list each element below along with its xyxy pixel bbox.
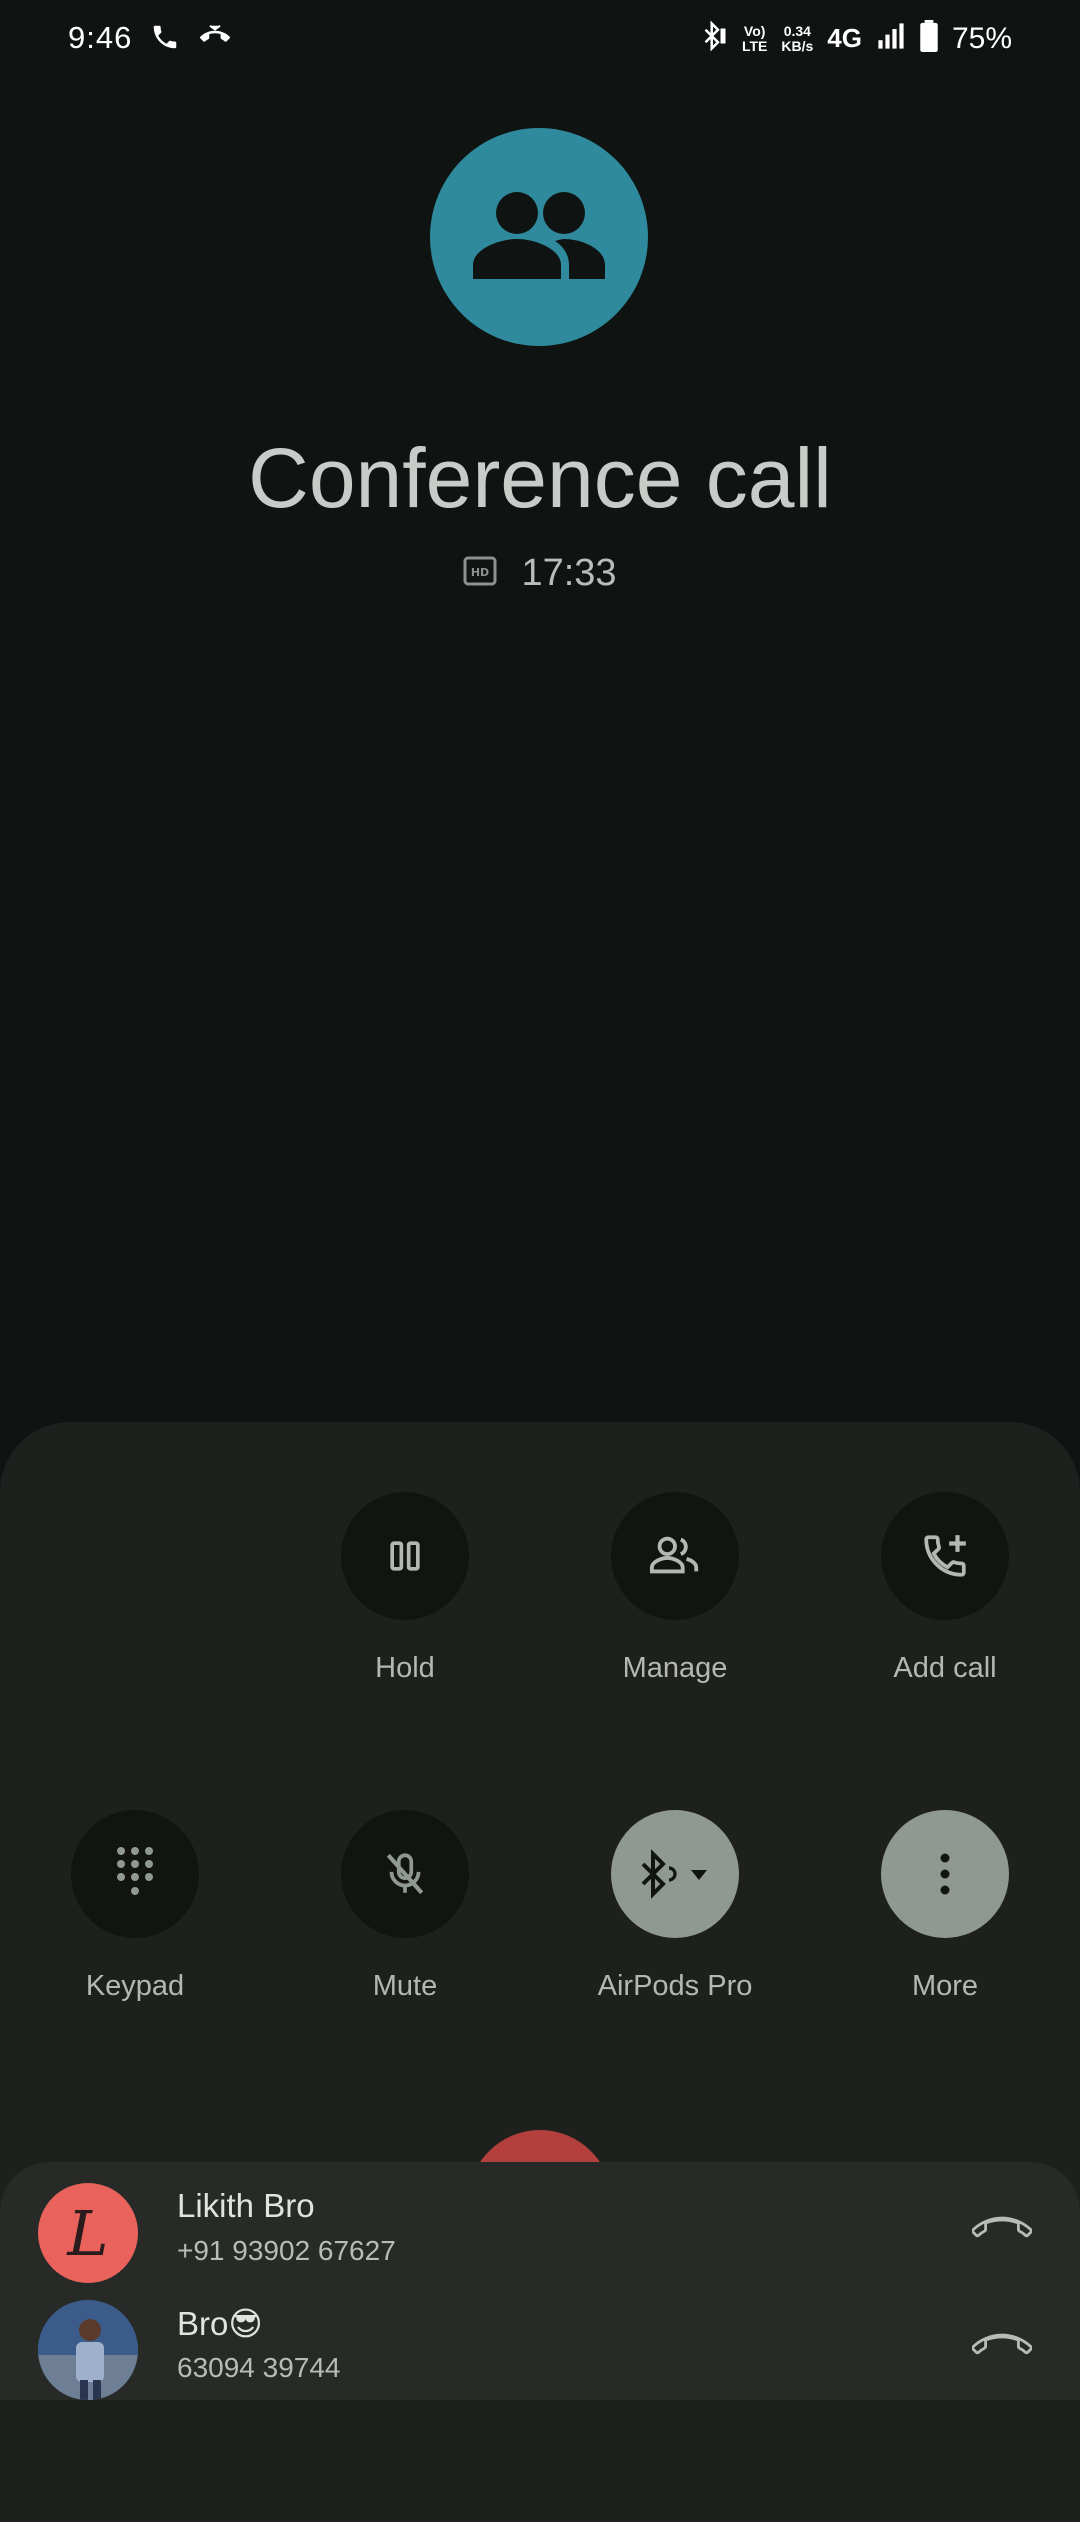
battery-percent: 75%: [951, 21, 1012, 55]
keypad-button[interactable]: Keypad: [35, 1810, 235, 2003]
call-timer: 17:33: [521, 552, 617, 594]
participant-name: Bro😎: [177, 2305, 263, 2342]
svg-text:HD: HD: [471, 566, 489, 579]
more-circle[interactable]: [881, 1810, 1009, 1938]
audio-route-label: AirPods Pro: [597, 1970, 753, 2002]
signal-icon: [876, 22, 906, 55]
mute-circle[interactable]: [341, 1810, 469, 1938]
status-time: 9:46: [68, 20, 133, 55]
more-button[interactable]: More: [845, 1810, 1045, 2003]
keypad-label: Keypad: [85, 1970, 185, 2002]
status-left-icons: [150, 22, 232, 57]
add-call-button[interactable]: Add call: [845, 1492, 1045, 1685]
keypad-circle[interactable]: [71, 1810, 199, 1938]
hang-up-icon: [971, 2216, 1033, 2238]
status-bar: 9:46 Vo) LTE 0.34 KB/s 4G 75%: [0, 0, 1080, 80]
audio-route-circle[interactable]: [611, 1810, 739, 1938]
participant-name: Likith Bro: [177, 2187, 315, 2224]
call-timer-row: HD 17:33: [0, 552, 1080, 595]
hang-up-icon: [971, 2333, 1033, 2355]
participant-number: +91 93902 67627: [177, 2235, 396, 2266]
mute-button[interactable]: Mute: [305, 1810, 505, 2003]
participant-row: L Likith Bro +91 93902 67627: [0, 2173, 1080, 2283]
participant-avatar: L: [38, 2183, 138, 2283]
hold-button[interactable]: Hold: [305, 1492, 505, 1685]
hd-icon: HD: [463, 555, 497, 592]
volte-indicator: Vo) LTE: [741, 22, 768, 54]
call-title: Conference call: [248, 431, 832, 525]
participants-sheet: L Likith Bro +91 93902 67627 Bro😎 63094 …: [0, 2162, 1080, 2400]
dialpad-icon: [117, 1847, 153, 1895]
participant-row: Bro😎 63094 39744: [0, 2290, 1080, 2400]
participant-number: 63094 39744: [177, 2352, 341, 2383]
more-vert-icon: [940, 1853, 950, 1895]
network-speed: 0.34 KB/s: [781, 22, 814, 54]
status-right-icons: Vo) LTE 0.34 KB/s 4G 75%: [698, 20, 1012, 57]
manage-label: Manage: [622, 1652, 728, 1684]
manage-button[interactable]: Manage: [575, 1492, 775, 1685]
audio-route-button[interactable]: AirPods Pro: [575, 1810, 775, 2003]
conference-avatar: [430, 128, 648, 346]
bluetooth-audio-icon: [641, 1849, 707, 1899]
pause-icon: [390, 1541, 420, 1571]
people-icon: [649, 1536, 699, 1574]
participant-initial: L: [67, 2196, 109, 2270]
more-label: More: [911, 1970, 979, 2002]
phone-icon: [150, 22, 180, 57]
mic-off-icon: [386, 1853, 424, 1895]
add-call-circle[interactable]: [881, 1492, 1009, 1620]
mute-label: Mute: [372, 1970, 438, 2002]
bluetooth-battery-icon: [698, 20, 728, 57]
call-forwarding-icon: [198, 22, 232, 57]
participant-avatar: [38, 2300, 138, 2400]
network-type: 4G: [827, 23, 862, 53]
hold-label: Hold: [375, 1652, 435, 1684]
battery-icon: [920, 20, 938, 57]
add-call-icon: [924, 1535, 966, 1577]
disconnect-participant-button[interactable]: [971, 2211, 1033, 2246]
hold-circle[interactable]: [341, 1492, 469, 1620]
add-call-label: Add call: [893, 1652, 997, 1684]
disconnect-participant-button[interactable]: [971, 2328, 1033, 2363]
manage-circle[interactable]: [611, 1492, 739, 1620]
group-icon: [473, 192, 605, 279]
person-photo-icon: [38, 2300, 138, 2400]
